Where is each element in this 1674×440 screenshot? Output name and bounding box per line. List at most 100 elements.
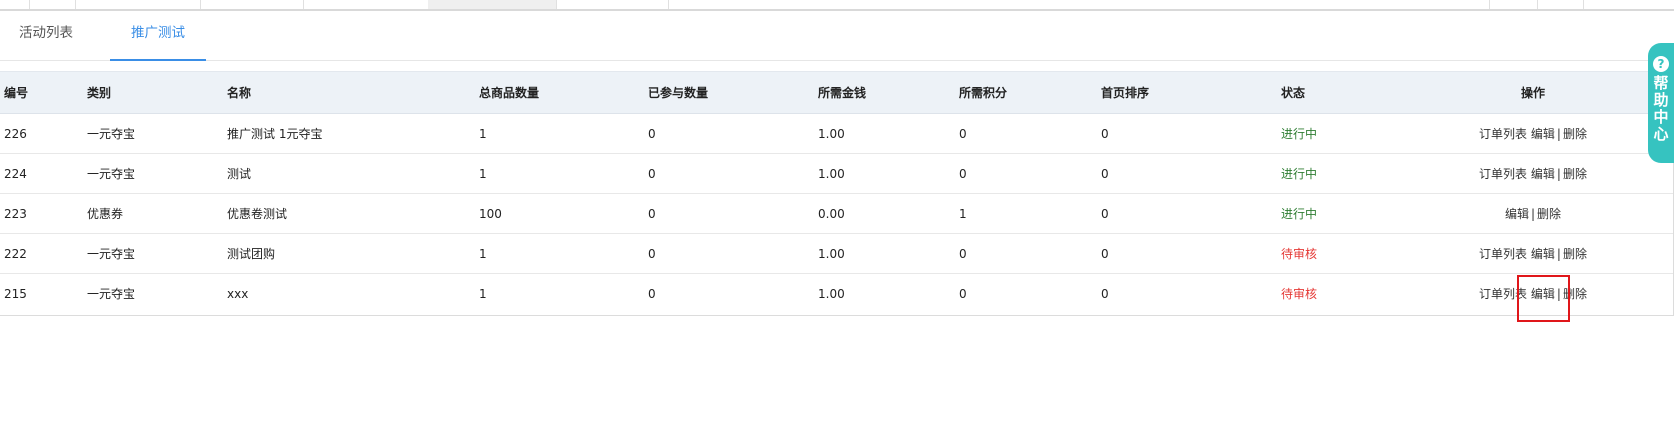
cell-status: 待审核	[1281, 247, 1318, 261]
cell-category: 一元夺宝	[87, 127, 136, 141]
table-row: 224 一元夺宝 测试 1 0 1.00 0 0 进行中 订单列表 编辑 | 删除	[0, 154, 1673, 194]
cell-points: 0	[959, 287, 967, 301]
cell-name: 推广测试 1元夺宝	[227, 127, 323, 141]
cell-name: xxx	[227, 287, 249, 301]
toolbar-divider	[303, 0, 304, 9]
row-actions: 编辑 | 删除	[1440, 194, 1626, 234]
cell-points: 0	[959, 127, 967, 141]
toolbar-cell-selected	[428, 0, 556, 9]
toolbar-divider	[75, 0, 76, 9]
help-center-label-3: 中	[1653, 108, 1669, 126]
cell-joined-quantity: 0	[648, 127, 656, 141]
col-header-id[interactable]: 编号	[4, 72, 28, 114]
question-icon: ?	[1653, 56, 1669, 72]
edit-link[interactable]: 编辑	[1531, 167, 1555, 181]
action-separator: |	[1556, 167, 1561, 181]
cell-home-sort: 0	[1101, 247, 1109, 261]
delete-link[interactable]: 删除	[1563, 247, 1587, 261]
cell-id: 223	[4, 207, 27, 221]
cell-status: 进行中	[1281, 207, 1318, 221]
cell-points: 0	[959, 167, 967, 181]
table-row: 222 一元夺宝 测试团购 1 0 1.00 0 0 待审核 订单列表 编辑 | 删除	[0, 234, 1673, 274]
action-separator: |	[1556, 127, 1561, 141]
cell-category: 优惠券	[87, 207, 124, 221]
help-center-label-4: 心	[1653, 125, 1669, 143]
toolbar-divider	[200, 0, 201, 9]
toolbar-divider	[1537, 0, 1538, 9]
toolbar-divider	[1489, 0, 1490, 9]
order-list-link[interactable]: 订单列表	[1479, 167, 1527, 181]
tab-activity-list[interactable]: 活动列表	[0, 11, 92, 61]
cell-money: 0.00	[818, 207, 845, 221]
edit-link[interactable]: 编辑	[1531, 127, 1555, 141]
cell-home-sort: 0	[1101, 167, 1109, 181]
cell-joined-quantity: 0	[648, 207, 656, 221]
toolbar-divider	[556, 0, 557, 9]
delete-link[interactable]: 删除	[1563, 167, 1587, 181]
edit-link[interactable]: 编辑	[1531, 247, 1555, 261]
cell-id: 222	[4, 247, 27, 261]
col-header-status[interactable]: 状态	[1281, 72, 1305, 114]
cell-money: 1.00	[818, 167, 845, 181]
cell-total-quantity: 1	[479, 247, 487, 261]
cell-money: 1.00	[818, 247, 845, 261]
col-header-points[interactable]: 所需积分	[959, 72, 1007, 114]
cell-money: 1.00	[818, 287, 845, 301]
cell-money: 1.00	[818, 127, 845, 141]
tab-bar: 活动列表 推广测试	[0, 11, 1674, 61]
cell-category: 一元夺宝	[87, 287, 136, 301]
row-actions: 订单列表 编辑 | 删除	[1440, 154, 1626, 194]
help-center-button[interactable]: ? 帮 助 中 心	[1648, 43, 1674, 163]
cell-status: 进行中	[1281, 127, 1318, 141]
delete-link[interactable]: 删除	[1563, 127, 1587, 141]
toolbar-divider	[668, 0, 669, 9]
cell-points: 0	[959, 247, 967, 261]
highlight-box	[1517, 275, 1570, 322]
cell-joined-quantity: 0	[648, 287, 656, 301]
help-center-label-2: 助	[1653, 91, 1669, 109]
cell-category: 一元夺宝	[87, 167, 136, 181]
row-actions: 订单列表 编辑 | 删除	[1440, 234, 1626, 274]
action-separator: |	[1556, 247, 1561, 261]
order-list-link[interactable]: 订单列表	[1479, 247, 1527, 261]
cell-joined-quantity: 0	[648, 247, 656, 261]
col-header-home-sort[interactable]: 首页排序	[1101, 72, 1149, 114]
cell-total-quantity: 1	[479, 167, 487, 181]
cell-status: 待审核	[1281, 287, 1318, 301]
toolbar-divider	[29, 0, 30, 9]
cell-id: 224	[4, 167, 27, 181]
help-center-label-1: 帮	[1653, 74, 1669, 92]
order-list-link[interactable]: 订单列表	[1479, 127, 1527, 141]
cell-total-quantity: 1	[479, 127, 487, 141]
activity-table: 编号 类别 名称 总商品数量 已参与数量 所需金钱 所需积分 首页排序 状态 操…	[0, 71, 1674, 316]
cell-home-sort: 0	[1101, 127, 1109, 141]
col-header-total-quantity[interactable]: 总商品数量	[479, 72, 539, 114]
table-row: 226 一元夺宝 推广测试 1元夺宝 1 0 1.00 0 0 进行中 订单列表 编辑 | 删除	[0, 114, 1673, 154]
cell-category: 一元夺宝	[87, 247, 136, 261]
table-header: 编号 类别 名称 总商品数量 已参与数量 所需金钱 所需积分 首页排序 状态 操…	[0, 71, 1673, 114]
cell-home-sort: 0	[1101, 207, 1109, 221]
toolbar-divider	[1583, 0, 1584, 9]
cell-id: 226	[4, 127, 27, 141]
cell-total-quantity: 1	[479, 287, 487, 301]
cell-id: 215	[4, 287, 27, 301]
cell-total-quantity: 100	[479, 207, 502, 221]
cell-name: 测试	[227, 167, 252, 181]
action-separator: |	[1530, 207, 1536, 221]
col-header-name[interactable]: 名称	[227, 72, 251, 114]
cell-points: 1	[959, 207, 967, 221]
col-header-joined-quantity[interactable]: 已参与数量	[648, 72, 708, 114]
table-row: 223 优惠券 优惠卷测试 100 0 0.00 1 0 进行中 编辑 | 删除	[0, 194, 1673, 234]
delete-link[interactable]: 删除	[1537, 207, 1561, 221]
cell-name: 测试团购	[227, 247, 276, 261]
table-row: 215 一元夺宝 xxx 1 0 1.00 0 0 待审核 订单列表 编辑 | 删除	[0, 274, 1673, 314]
col-header-category[interactable]: 类别	[87, 72, 111, 114]
col-header-actions: 操作	[1520, 86, 1545, 100]
col-header-money[interactable]: 所需金钱	[818, 72, 866, 114]
cell-status: 进行中	[1281, 167, 1318, 181]
tab-promotion-test[interactable]: 推广测试	[110, 11, 206, 61]
cell-home-sort: 0	[1101, 287, 1109, 301]
edit-link[interactable]: 编辑	[1505, 207, 1529, 221]
top-toolbar-strip	[0, 0, 1674, 11]
cell-name: 优惠卷测试	[227, 207, 288, 221]
